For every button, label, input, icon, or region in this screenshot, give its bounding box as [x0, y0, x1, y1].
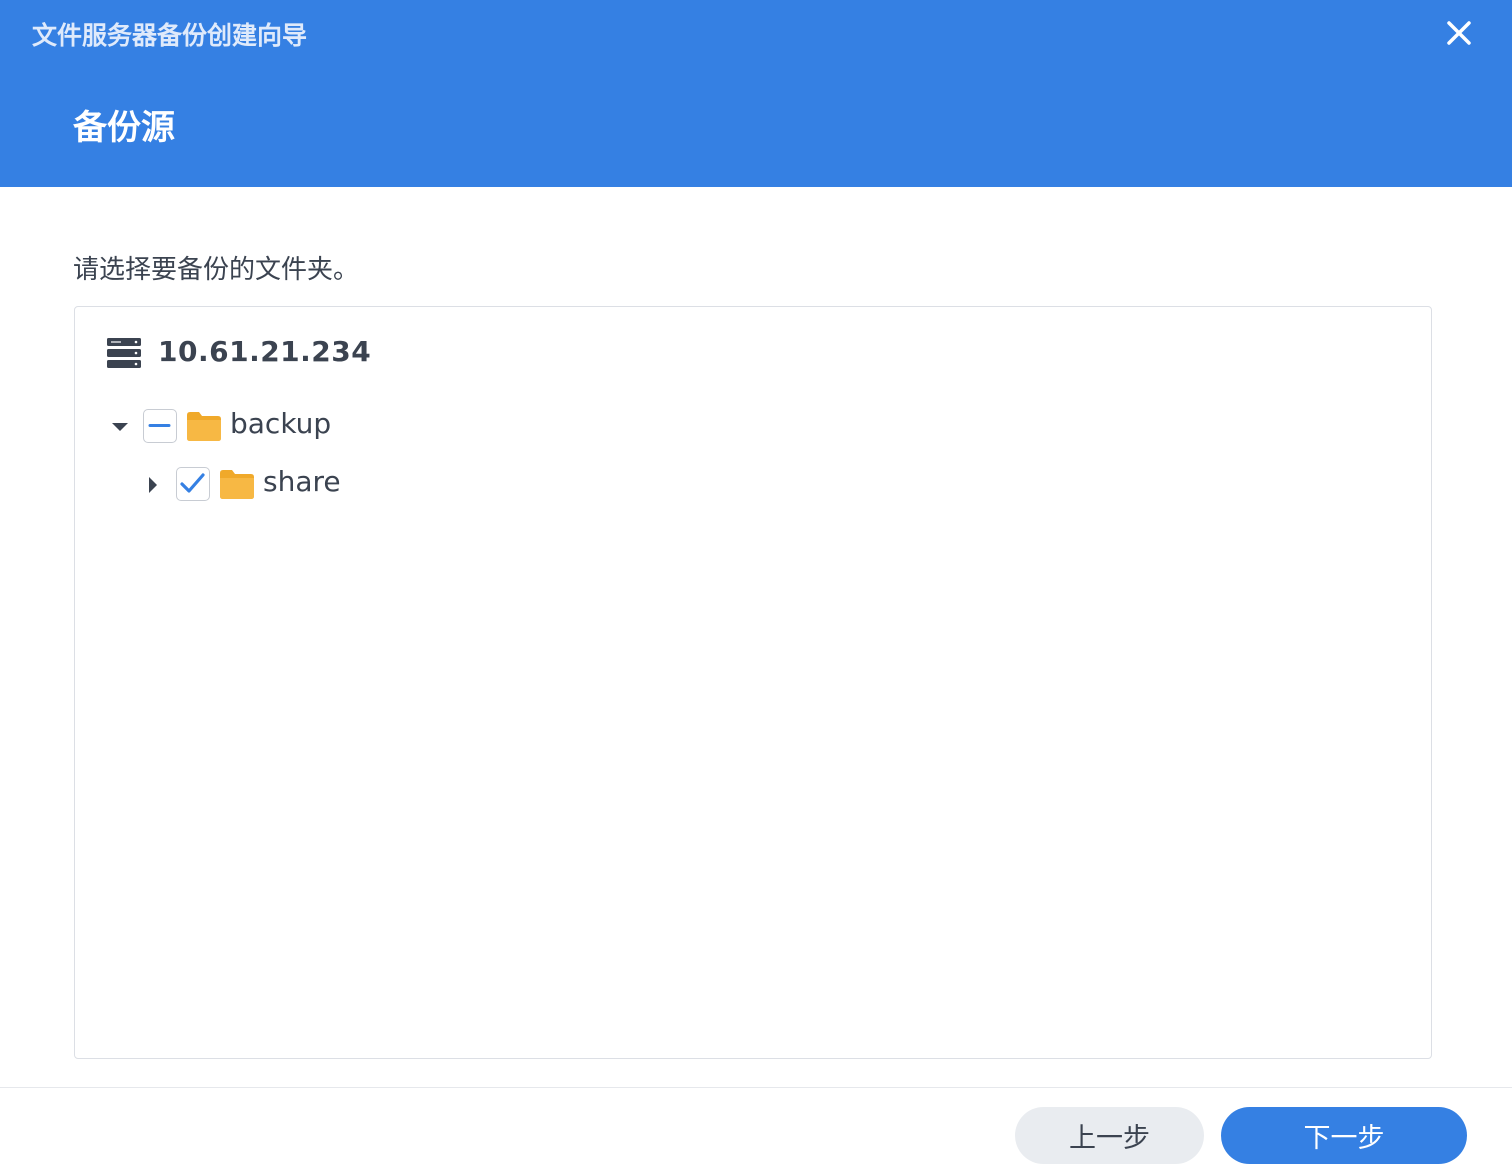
- previous-button[interactable]: 上一步: [1015, 1107, 1204, 1164]
- tree-node-backup[interactable]: backup: [104, 407, 364, 447]
- caret-right-icon[interactable]: [146, 475, 160, 495]
- tree-node-label: backup: [230, 407, 332, 440]
- dialog-header: 文件服务器备份创建向导 备份源: [0, 0, 1512, 187]
- minus-icon: [148, 424, 171, 427]
- close-icon: [1447, 21, 1471, 45]
- step-title: 备份源: [73, 108, 175, 148]
- checkbox-indeterminate[interactable]: [143, 409, 177, 443]
- next-button[interactable]: 下一步: [1221, 1107, 1467, 1164]
- checkmark-icon: [180, 473, 205, 493]
- footer-divider: [0, 1087, 1512, 1088]
- close-button[interactable]: [1440, 14, 1478, 52]
- instruction-text: 请选择要备份的文件夹。: [73, 255, 360, 285]
- folder-icon: [187, 412, 221, 441]
- caret-down-icon[interactable]: [110, 420, 130, 434]
- server-icon: [107, 338, 141, 368]
- checkbox-checked[interactable]: [176, 467, 210, 501]
- tree-node-label: share: [263, 465, 341, 498]
- folder-icon: [220, 470, 254, 499]
- window-title: 文件服务器备份创建向导: [32, 21, 308, 50]
- tree-node-share[interactable]: share: [140, 465, 400, 505]
- server-label: 10.61.21.234: [158, 335, 372, 368]
- backup-wizard-dialog: 文件服务器备份创建向导 备份源 请选择要备份的文件夹。 10.61.21.234: [0, 0, 1512, 1176]
